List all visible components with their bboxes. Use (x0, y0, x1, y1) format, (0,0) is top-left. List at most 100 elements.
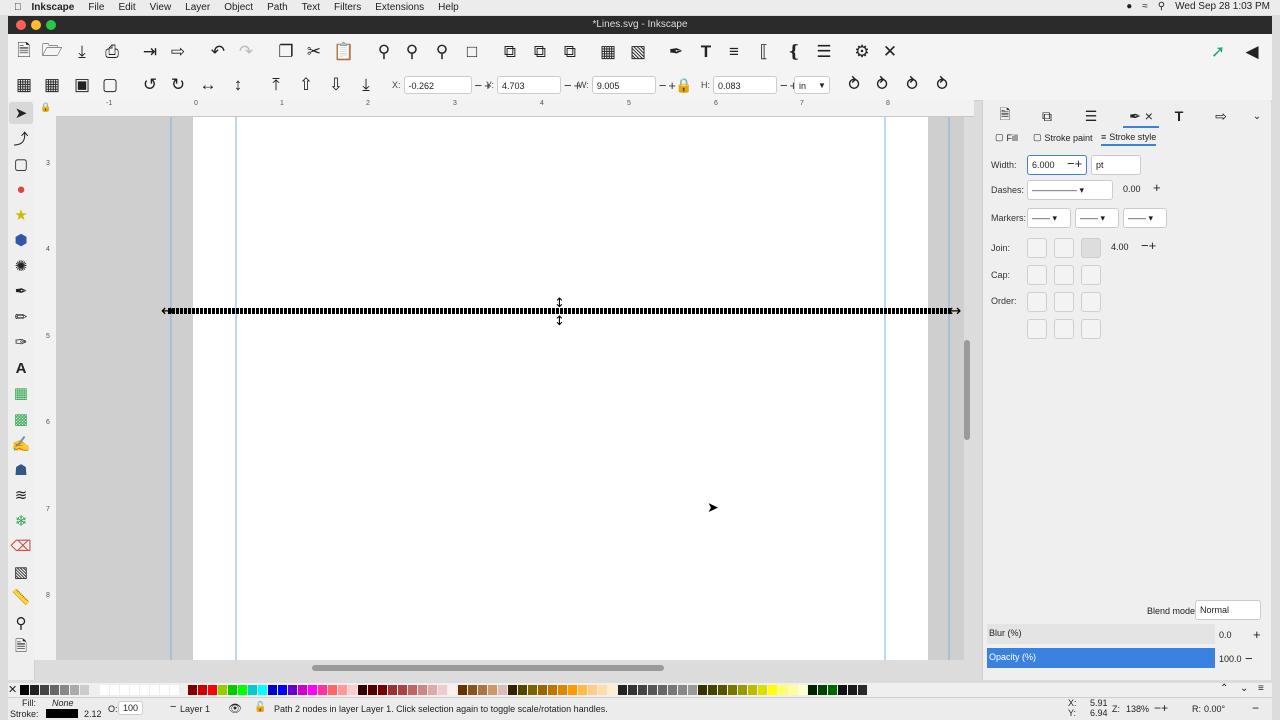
export-icon[interactable]: ⇨ (166, 40, 190, 64)
join-bevel-button[interactable] (1081, 238, 1101, 258)
pen-tool-icon[interactable]: ✒ (9, 280, 33, 302)
opacity-stepper[interactable]: − (1245, 651, 1253, 666)
cap-square-button[interactable] (1081, 265, 1101, 285)
rectangle-tool-icon[interactable]: ▢ (9, 153, 33, 175)
close-window-button[interactable] (16, 20, 26, 30)
color-swatch[interactable] (110, 685, 119, 695)
eraser-tool-icon[interactable]: ⌫ (9, 535, 33, 557)
color-swatch[interactable] (188, 685, 197, 695)
dock-menu-chevron-icon[interactable]: ⌄ (1245, 106, 1269, 126)
color-swatch[interactable] (508, 685, 517, 695)
pencil-tool-icon[interactable]: ✏ (9, 306, 33, 328)
text-dialog-icon[interactable]: T (694, 40, 718, 64)
color-swatch[interactable] (488, 685, 497, 695)
color-swatch[interactable] (558, 685, 567, 695)
menu-file[interactable]: File (88, 2, 104, 13)
color-swatch[interactable] (268, 685, 277, 695)
lower-to-bottom-icon[interactable]: ⤓ (354, 73, 378, 97)
end-marker-select[interactable]: —— ▾ (1123, 208, 1167, 228)
dash-offset-stepper[interactable]: + (1153, 180, 1161, 195)
opacity-slider[interactable]: Opacity (%) (987, 648, 1215, 668)
menu-text[interactable]: Text (302, 2, 320, 13)
zoom-page-icon[interactable]: ⚲ (430, 40, 454, 64)
star-tool-icon[interactable]: ★ (9, 204, 33, 226)
blur-value[interactable]: 0.0 (1219, 630, 1232, 640)
rotation-value[interactable]: 0.00° (1204, 704, 1225, 714)
unit-select[interactable]: in ▼ (794, 75, 830, 95)
layer-visibility-icon[interactable]: 👁 (228, 702, 242, 715)
layer-lock-icon[interactable]: 🔓 (254, 702, 266, 713)
color-swatch[interactable] (20, 685, 29, 695)
color-swatch[interactable] (718, 685, 727, 695)
copy-icon[interactable]: ❐ (274, 40, 298, 64)
scale-stroke-icon[interactable]: ⥁ (842, 73, 866, 97)
miter-limit-input[interactable]: 4.00 (1111, 242, 1129, 252)
opacity-indicator-stepper[interactable]: − (170, 701, 176, 713)
color-swatch[interactable] (538, 685, 547, 695)
zoom-tool-icon[interactable]: ⚲ (9, 612, 33, 634)
spray-tool-icon[interactable]: ❄ (9, 510, 33, 532)
color-swatch[interactable] (668, 685, 677, 695)
pages-tool-icon[interactable]: 🗎 (9, 637, 33, 659)
color-swatch[interactable] (80, 685, 89, 695)
color-swatch[interactable] (258, 685, 267, 695)
wifi-icon[interactable]: ≈ (1142, 1, 1148, 12)
align-distribute-icon[interactable]: ☰ (812, 40, 836, 64)
vertical-scrollbar[interactable] (964, 340, 970, 440)
zoom-stepper[interactable]: −+ (1154, 701, 1168, 715)
h-input[interactable]: 0.083 (713, 76, 777, 94)
color-swatch[interactable] (278, 685, 287, 695)
new-document-icon[interactable]: 🗎 (12, 40, 36, 64)
menu-layer[interactable]: Layer (185, 2, 210, 13)
color-swatch[interactable] (100, 685, 109, 695)
drawing-canvas[interactable]: ↔ ↔ ↕ ↕ ➤ (56, 117, 964, 660)
color-swatch[interactable] (60, 685, 69, 695)
select-same-icon[interactable]: ▢ (98, 73, 122, 97)
menu-path[interactable]: Path (267, 2, 288, 13)
paste-icon[interactable]: 📋 (332, 40, 356, 64)
color-swatch[interactable] (130, 685, 139, 695)
color-swatch[interactable] (578, 685, 587, 695)
rotate-ccw-icon[interactable]: ↺ (138, 73, 162, 97)
color-swatch[interactable] (678, 685, 687, 695)
color-swatch[interactable] (788, 685, 797, 695)
fill-stroke-tab-icon[interactable]: ✒ × (1123, 106, 1159, 128)
color-swatch[interactable] (638, 685, 647, 695)
color-swatch[interactable] (608, 685, 617, 695)
blur-slider[interactable]: Blur (%) (987, 624, 1215, 644)
color-swatch[interactable] (248, 685, 257, 695)
miter-limit-stepper[interactable]: −+ (1141, 238, 1156, 253)
current-layer[interactable]: Layer 1 (180, 704, 210, 714)
tab-stroke-paint[interactable]: ▢ Stroke paint (1033, 132, 1093, 143)
record-icon[interactable]: ● (1126, 1, 1132, 12)
color-swatch[interactable] (318, 685, 327, 695)
color-swatch[interactable] (858, 685, 867, 695)
palette-menu-icon[interactable]: ≡ (1258, 683, 1264, 694)
color-swatch[interactable] (408, 685, 417, 695)
x-input[interactable]: -0.262 (403, 76, 472, 94)
color-swatch[interactable] (288, 685, 297, 695)
order-button-1[interactable] (1027, 292, 1047, 312)
tab-stroke-style[interactable]: ≡ Stroke style (1101, 132, 1157, 146)
ellipse-tool-icon[interactable]: ● (9, 178, 33, 200)
width-unit-select[interactable]: pt (1091, 155, 1141, 175)
color-swatch[interactable] (238, 685, 247, 695)
join-miter-button[interactable] (1027, 238, 1047, 258)
group-icon[interactable]: ▦ (596, 40, 620, 64)
color-swatch[interactable] (388, 685, 397, 695)
fill-stroke-dialog-icon[interactable]: ✒ (664, 40, 688, 64)
paint-bucket-tool-icon[interactable]: ☗ (9, 459, 33, 481)
tweak-tool-icon[interactable]: ≋ (9, 484, 33, 506)
blur-stepper[interactable]: + (1253, 627, 1261, 642)
connector-tool-icon[interactable]: ▧ (9, 561, 33, 583)
color-swatch[interactable] (448, 685, 457, 695)
xml-editor-icon[interactable]: ⟦ (752, 40, 776, 64)
no-paint-swatch-icon[interactable]: ✕ (8, 683, 17, 696)
color-swatch[interactable] (628, 685, 637, 695)
fill-indicator-value[interactable]: None (52, 698, 74, 708)
color-swatch[interactable] (308, 685, 317, 695)
snap-toggle-icon[interactable]: ➚ (1206, 40, 1230, 64)
transform-gradients-icon[interactable]: ⥁ (900, 73, 924, 97)
mid-marker-select[interactable]: —— ▾ (1075, 208, 1119, 228)
w-input[interactable]: 9.005 (591, 76, 656, 94)
